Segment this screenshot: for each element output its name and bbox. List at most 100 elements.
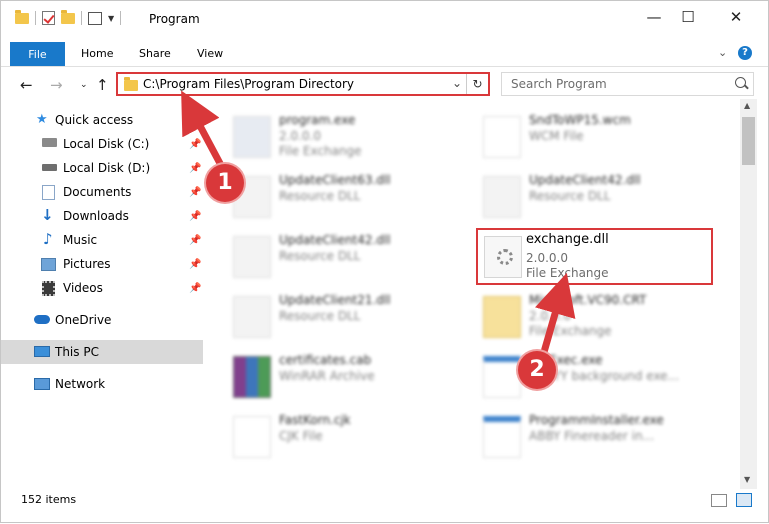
generic-file-icon bbox=[483, 116, 521, 158]
file-name: program.exe bbox=[279, 113, 356, 127]
nav-item-downloads[interactable]: ↓ Downloads 📌 bbox=[1, 204, 207, 228]
nav-item-videos[interactable]: Videos 📌 bbox=[1, 276, 207, 300]
address-row: ← → ⌄ ↑ C:\Program Files\Program Directo… bbox=[1, 69, 768, 99]
nav-item-onedrive[interactable]: OneDrive bbox=[1, 308, 207, 332]
search-box[interactable]: Search Program bbox=[501, 72, 754, 96]
dll-file-icon bbox=[233, 296, 271, 338]
file-detail: 2.0.0.0 bbox=[279, 129, 321, 143]
scroll-up-icon[interactable]: ▲ bbox=[744, 101, 750, 110]
tab-home[interactable]: Home bbox=[81, 47, 113, 60]
folder-icon bbox=[124, 77, 138, 91]
documents-icon bbox=[42, 185, 55, 200]
nav-label: Quick access bbox=[55, 113, 134, 127]
star-icon: ★ bbox=[36, 112, 48, 127]
file-tile[interactable]: SndToWP15.wcm WCM File bbox=[477, 110, 717, 164]
nav-label: Pictures bbox=[63, 257, 111, 271]
close-button[interactable]: ✕ bbox=[713, 1, 759, 33]
view-options-icon[interactable] bbox=[88, 11, 102, 25]
highlighted-file-exchange-dll[interactable]: exchange.dll 2.0.0.0 File Exchange bbox=[476, 228, 713, 285]
pin-icon: 📌 bbox=[189, 234, 202, 246]
dll-file-icon bbox=[484, 236, 522, 278]
forward-arrow-icon[interactable]: → bbox=[50, 76, 63, 94]
file-version: 2.0.0.0 bbox=[526, 251, 568, 265]
drive-icon bbox=[42, 138, 57, 147]
pin-icon: 📌 bbox=[189, 282, 202, 294]
search-placeholder: Search Program bbox=[511, 77, 607, 91]
file-detail: WCM File bbox=[529, 129, 584, 143]
nav-item-music[interactable]: ♪ Music 📌 bbox=[1, 228, 207, 252]
file-name: exchange.dll bbox=[526, 232, 609, 247]
nav-item-pictures[interactable]: Pictures 📌 bbox=[1, 252, 207, 276]
expand-ribbon-chevron-icon[interactable]: ⌄ bbox=[718, 46, 727, 59]
dll-file-icon bbox=[233, 236, 271, 278]
ribbon-tabs: File Home Share View ⌄ ? bbox=[1, 41, 768, 67]
nav-item-this-pc[interactable]: This PC bbox=[1, 340, 203, 364]
new-folder-icon[interactable] bbox=[61, 9, 75, 24]
back-arrow-icon[interactable]: ← bbox=[20, 76, 33, 94]
nav-item-network[interactable]: Network bbox=[1, 372, 207, 396]
file-detail: CJK File bbox=[279, 429, 323, 443]
nav-item-local-disk-c[interactable]: Local Disk (C:) 📌 bbox=[1, 132, 207, 156]
file-detail: File Exchange bbox=[529, 324, 612, 338]
pin-icon: 📌 bbox=[189, 210, 202, 222]
address-dropdown-icon[interactable]: ⌄ bbox=[452, 76, 462, 90]
minimize-icon: — bbox=[646, 8, 662, 26]
large-icons-view-icon[interactable] bbox=[736, 493, 752, 507]
file-name: Microsoft.VC90.CRT bbox=[529, 293, 647, 307]
file-tile[interactable]: certificates.cab WinRAR Archive bbox=[227, 350, 467, 404]
exe-file-icon bbox=[483, 356, 521, 398]
dll-file-icon bbox=[483, 176, 521, 218]
scroll-thumb[interactable] bbox=[742, 117, 755, 165]
file-name: SndToWP15.wcm bbox=[529, 113, 631, 127]
file-detail: Resource DLL bbox=[279, 189, 361, 203]
scroll-down-icon[interactable]: ▼ bbox=[744, 475, 750, 484]
gear-icon bbox=[497, 249, 513, 265]
vertical-scrollbar[interactable]: ▲ ▼ bbox=[740, 99, 757, 489]
file-tile[interactable]: Microsoft.VC90.CRT 2.0.0.0 File Exchange bbox=[477, 290, 717, 344]
step-2-badge: 2 bbox=[518, 351, 556, 389]
file-name: UpdateClient21.dll bbox=[279, 293, 391, 307]
file-tile[interactable]: ProgrammInstaller.exe ABBY Finereader in… bbox=[477, 410, 717, 464]
help-icon[interactable]: ? bbox=[738, 46, 752, 60]
properties-check-icon[interactable] bbox=[42, 11, 55, 25]
details-view-icon[interactable] bbox=[711, 494, 727, 507]
file-tile[interactable]: FileExec.exe ABBYY background exe... bbox=[477, 350, 717, 404]
cloud-icon bbox=[34, 315, 50, 324]
customize-dropdown-icon[interactable]: ▼ bbox=[108, 14, 114, 23]
file-tile[interactable]: UpdateClient63.dll Resource DLL bbox=[227, 170, 467, 224]
folder-icon[interactable] bbox=[15, 9, 29, 24]
tab-file[interactable]: File bbox=[10, 42, 65, 66]
nav-item-quick-access[interactable]: ★ Quick access bbox=[1, 108, 207, 132]
nav-item-local-disk-d[interactable]: Local Disk (D:) 📌 bbox=[1, 156, 207, 180]
address-path: C:\Program Files\Program Directory bbox=[143, 77, 355, 91]
file-tile[interactable]: FastKorn.cjk CJK File bbox=[227, 410, 467, 464]
file-detail: Resource DLL bbox=[279, 309, 361, 323]
file-name: certificates.cab bbox=[279, 353, 372, 367]
status-bar: 152 items bbox=[1, 490, 768, 522]
recent-dropdown-icon[interactable]: ⌄ bbox=[80, 80, 88, 90]
nav-item-documents[interactable]: Documents 📌 bbox=[1, 180, 207, 204]
pin-icon: 📌 bbox=[189, 162, 202, 174]
quick-access-toolbar: ▼ bbox=[15, 9, 122, 25]
pin-icon: 📌 bbox=[189, 186, 202, 198]
file-list: program.exe 2.0.0.0 File Exchange Update… bbox=[213, 105, 739, 485]
navigation-pane: ★ Quick access Local Disk (C:) 📌 Local D… bbox=[1, 105, 207, 485]
maximize-icon: ☐ bbox=[681, 8, 695, 26]
divider bbox=[35, 11, 36, 25]
exe-file-icon bbox=[233, 116, 271, 158]
file-detail: ABBY Finereader in... bbox=[529, 429, 655, 443]
music-note-icon: ♪ bbox=[43, 230, 53, 248]
file-tile[interactable]: program.exe 2.0.0.0 File Exchange bbox=[227, 110, 467, 164]
maximize-button[interactable]: ☐ bbox=[665, 1, 711, 33]
refresh-icon[interactable]: ↻ bbox=[466, 74, 488, 94]
tab-share[interactable]: Share bbox=[139, 47, 171, 60]
file-tile[interactable]: UpdateClient42.dll Resource DLL bbox=[477, 170, 717, 224]
up-arrow-icon[interactable]: ↑ bbox=[96, 76, 109, 94]
address-bar[interactable]: C:\Program Files\Program Directory ⌄ ↻ bbox=[116, 72, 490, 96]
file-tile[interactable]: UpdateClient21.dll Resource DLL bbox=[227, 290, 467, 344]
divider bbox=[120, 11, 122, 25]
tab-view[interactable]: View bbox=[197, 47, 223, 60]
file-tile[interactable]: UpdateClient42.dll Resource DLL bbox=[227, 230, 467, 284]
file-name: UpdateClient42.dll bbox=[279, 233, 391, 247]
pin-icon: 📌 bbox=[189, 258, 202, 270]
